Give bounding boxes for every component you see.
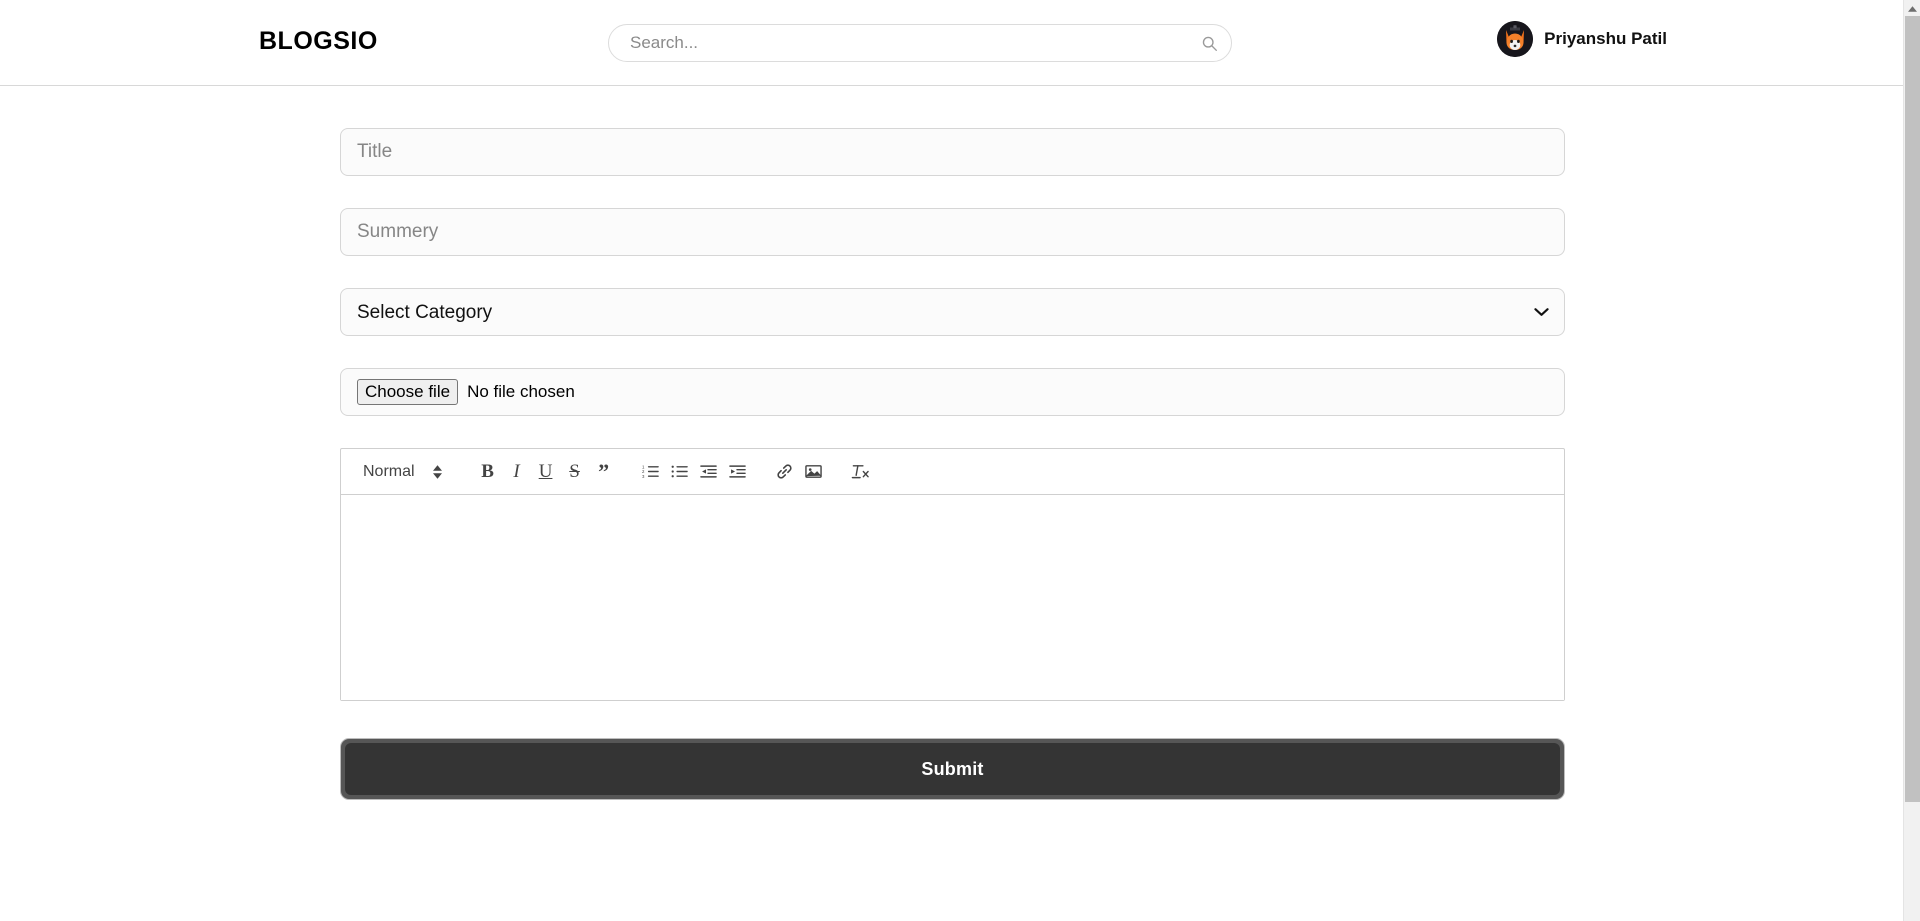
search-bar[interactable]	[608, 24, 1232, 62]
rich-text-editor: Normal B I U S ” 1 2 3	[340, 448, 1565, 701]
clear-format-icon[interactable]	[847, 458, 875, 486]
brand-logo[interactable]: BLOGSIO	[259, 27, 378, 56]
format-picker-label: Normal	[363, 462, 415, 480]
link-icon[interactable]	[771, 458, 799, 486]
file-status-label: No file chosen	[467, 382, 575, 401]
image-icon[interactable]	[800, 458, 828, 486]
submit-button[interactable]: Submit	[345, 743, 1560, 795]
scroll-up-arrow-icon[interactable]	[1904, 3, 1920, 15]
search-input[interactable]	[609, 25, 1197, 61]
up-down-arrows-icon	[432, 464, 442, 479]
user-profile[interactable]: Priyanshu Patil	[1497, 21, 1667, 57]
svg-text:3: 3	[642, 474, 645, 479]
summary-input[interactable]	[340, 208, 1565, 256]
category-select-wrapper[interactable]: Select Category	[340, 288, 1565, 336]
editor-content-area[interactable]	[341, 495, 1564, 700]
fox-avatar	[1497, 21, 1534, 57]
toolbar-separator	[753, 471, 771, 472]
bold-icon[interactable]: B	[474, 458, 502, 486]
choose-file-button[interactable]: Choose file	[357, 378, 459, 406]
italic-icon[interactable]: I	[503, 458, 531, 486]
strike-icon[interactable]: S	[561, 458, 589, 486]
bullet-list-icon[interactable]	[666, 458, 694, 486]
outdent-icon[interactable]	[695, 458, 723, 486]
category-select[interactable]: Select Category	[340, 288, 1565, 336]
underline-icon[interactable]: U	[532, 458, 560, 486]
format-picker[interactable]: Normal	[349, 463, 452, 481]
editor-toolbar: Normal B I U S ” 1 2 3	[341, 449, 1564, 495]
ordered-list-icon[interactable]: 1 2 3	[637, 458, 665, 486]
scrollbar-thumb[interactable]	[1905, 16, 1920, 802]
file-upload-field[interactable]: Choose file No file chosen	[340, 368, 1565, 416]
site-header: BLOGSIO Priyanshu Patil	[0, 0, 1903, 86]
search-icon[interactable]	[1197, 25, 1231, 61]
blockquote-icon[interactable]: ”	[590, 458, 618, 486]
submit-button-wrapper: Submit	[340, 738, 1565, 800]
toolbar-separator	[829, 471, 847, 472]
title-input[interactable]	[340, 128, 1565, 176]
page-scrollbar[interactable]	[1903, 0, 1920, 921]
create-post-form: Select Category Choose file No file chos…	[340, 128, 1565, 800]
profile-name: Priyanshu Patil	[1544, 29, 1667, 48]
toolbar-separator	[619, 471, 637, 472]
indent-icon[interactable]	[724, 458, 752, 486]
